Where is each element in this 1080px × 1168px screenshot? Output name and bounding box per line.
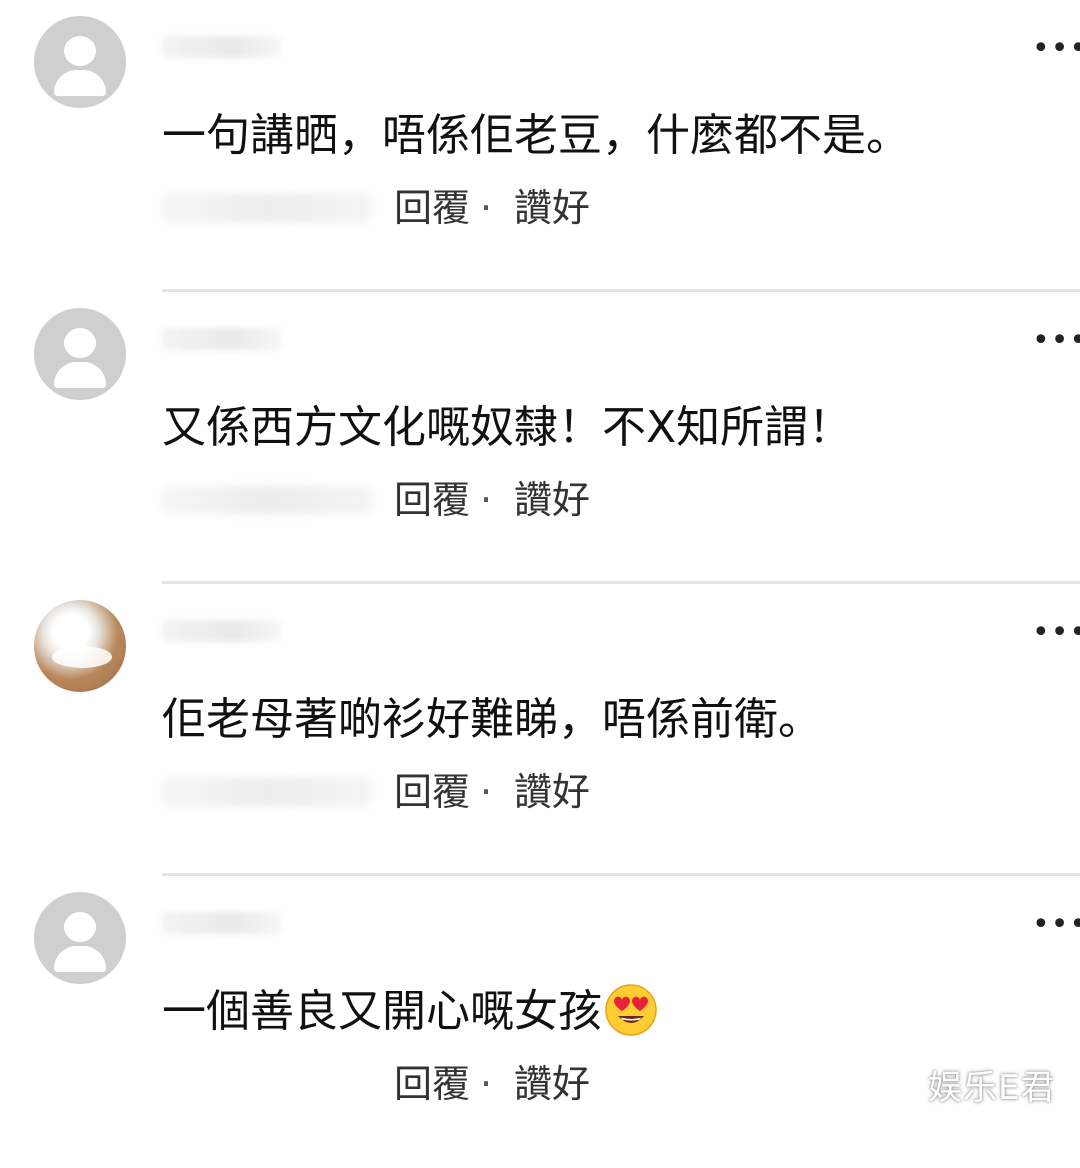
comment-text: 佢老母著啲衫好難睇，唔係前衛。 — [162, 694, 822, 745]
reply-button[interactable]: 回覆 — [394, 180, 470, 236]
like-button[interactable]: 讚好 — [514, 1056, 590, 1112]
blurred-username — [162, 912, 282, 934]
avatar[interactable] — [34, 892, 126, 984]
reply-button[interactable]: 回覆 — [394, 764, 470, 820]
more-options-icon[interactable]: ••• — [1032, 618, 1080, 648]
like-button[interactable]: 讚好 — [514, 764, 590, 820]
blurred-username — [162, 328, 282, 350]
user-head-icon — [64, 328, 96, 358]
blurred-timestamp — [162, 486, 372, 514]
comment-item: ••• 一句講晒，唔係佢老豆，什麼都不是。 回覆 · 讚好 — [0, 0, 1080, 292]
blurred-timestamp — [162, 194, 372, 222]
comment-meta: 回覆 · 讚好 — [162, 1056, 762, 1112]
comment-text: 又係西方文化嘅奴隸！不X知所謂！ — [162, 402, 853, 453]
comment-text-content: 一個善良又開心嘅女孩 — [162, 986, 602, 1037]
more-options-icon[interactable]: ••• — [1032, 34, 1080, 64]
reply-button[interactable]: 回覆 — [394, 1056, 470, 1112]
comment-item: ••• 佢老母著啲衫好難睇，唔係前衛。 回覆 · 讚好 — [0, 584, 1080, 876]
user-body-icon — [54, 362, 106, 388]
blurred-username — [162, 620, 282, 642]
comment-text: 一個善良又開心嘅女孩 — [162, 984, 1062, 1041]
separator-dot: · — [480, 478, 493, 522]
blurred-username — [162, 36, 282, 58]
avatar[interactable] — [34, 600, 126, 692]
like-button[interactable]: 讚好 — [514, 472, 590, 528]
comment-item: ••• 又係西方文化嘅奴隸！不X知所謂！ 回覆 · 讚好 — [0, 292, 1080, 584]
comment-text: 一句講晒，唔係佢老豆，什麼都不是。 — [162, 110, 910, 161]
avatar[interactable] — [34, 16, 126, 108]
comment-meta: 回覆 · 讚好 — [162, 764, 762, 820]
comment-meta: 回覆 · 讚好 — [162, 180, 762, 236]
more-options-icon[interactable]: ••• — [1032, 910, 1080, 940]
user-head-icon — [64, 912, 96, 942]
user-head-icon — [64, 36, 96, 66]
reply-button[interactable]: 回覆 — [394, 472, 470, 528]
more-options-icon[interactable]: ••• — [1032, 326, 1080, 356]
watermark: 娱乐E君 — [928, 1068, 1056, 1108]
comment-item: ••• 一個善良又開心嘅女孩 回覆 · 讚好 — [0, 876, 1080, 1168]
user-body-icon — [54, 70, 106, 96]
separator-dot: · — [480, 770, 493, 814]
like-button[interactable]: 讚好 — [514, 180, 590, 236]
separator-dot: · — [480, 186, 493, 230]
heart-eyes-emoji-icon — [605, 984, 657, 1036]
separator-dot: · — [480, 1062, 493, 1106]
user-body-icon — [54, 946, 106, 972]
blurred-timestamp — [162, 778, 372, 806]
comment-meta: 回覆 · 讚好 — [162, 472, 762, 528]
avatar[interactable] — [34, 308, 126, 400]
